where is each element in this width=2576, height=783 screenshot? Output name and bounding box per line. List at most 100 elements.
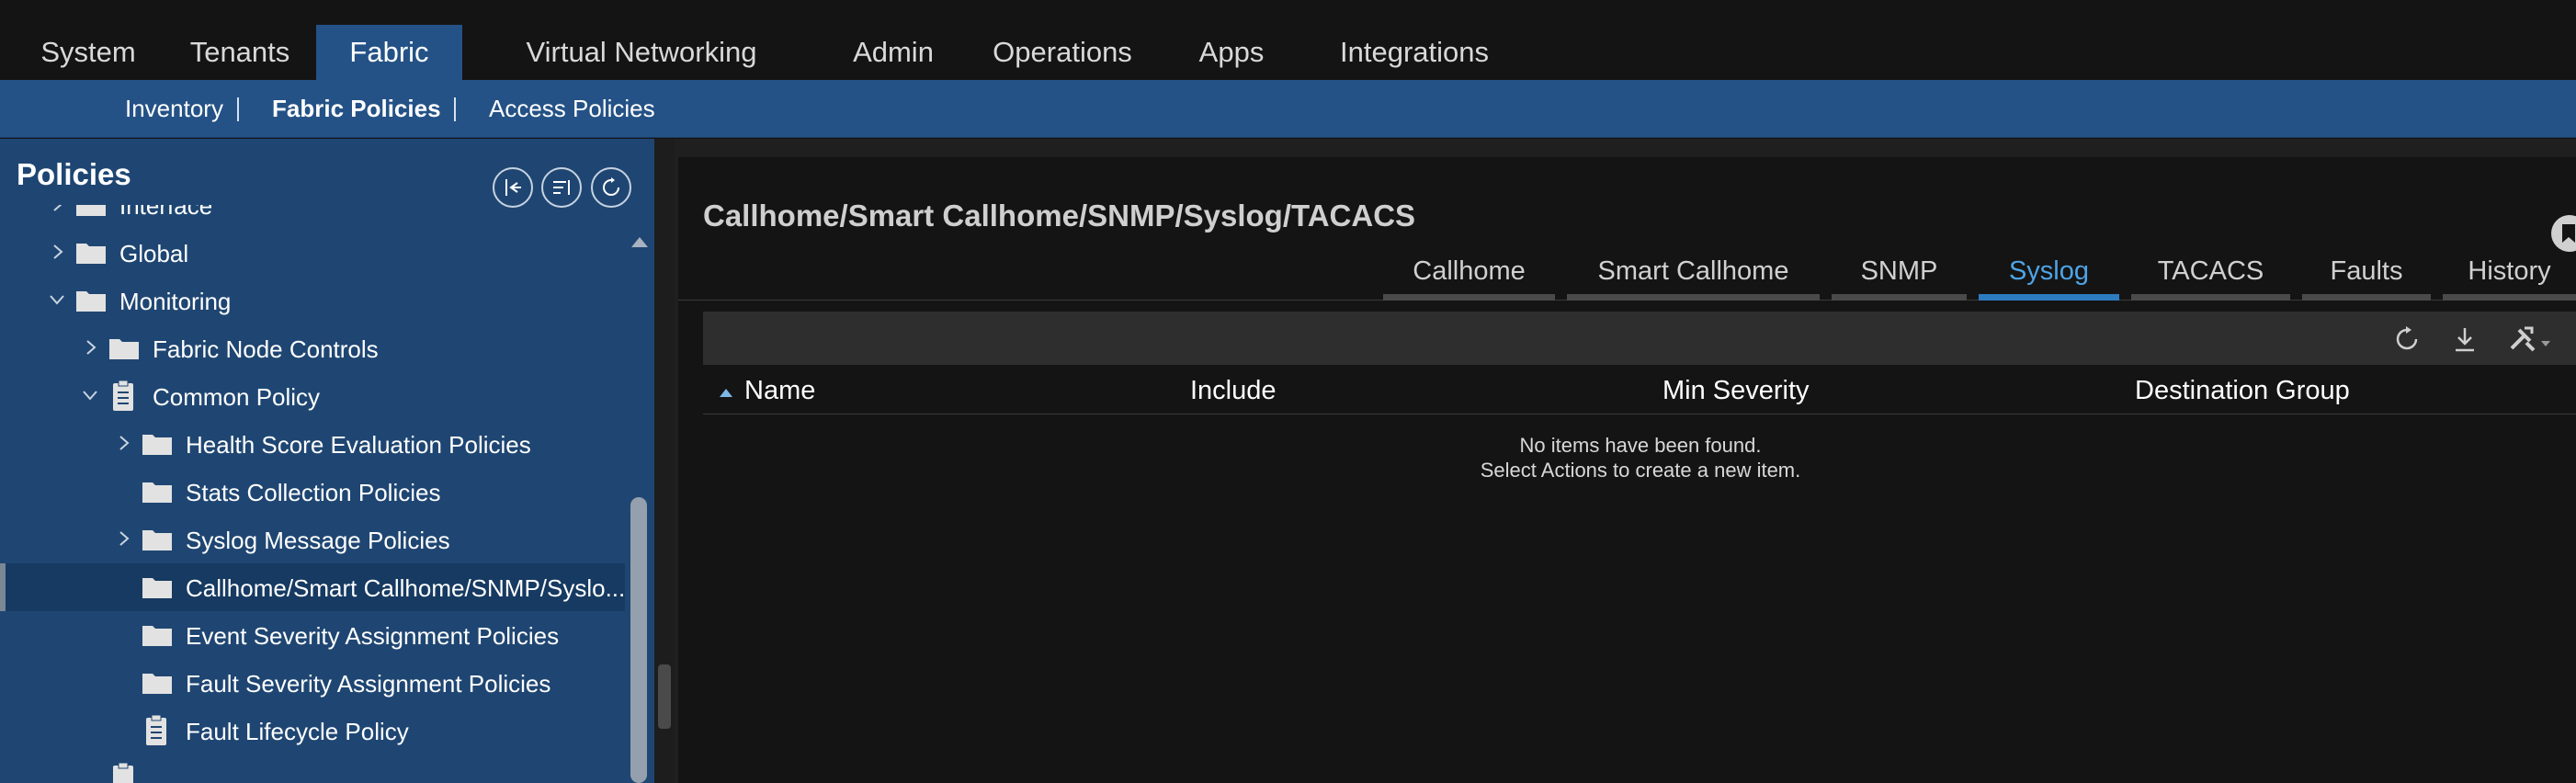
tab-underline — [2302, 294, 2431, 301]
top-tab-system[interactable]: System — [22, 25, 154, 80]
tree-item-label: Event Severity Assignment Policies — [186, 622, 560, 650]
folder-icon — [142, 435, 172, 455]
subnav-fabric-policies[interactable]: Fabric Policies — [272, 80, 441, 138]
policy-tabs: Callhome Smart Callhome SNMP Syslog TACA… — [678, 240, 2576, 301]
refresh-button[interactable] — [2390, 323, 2423, 356]
tab-smart-callhome[interactable]: Smart Callhome — [1567, 240, 1820, 301]
column-header-min-severity[interactable]: Min Severity — [1662, 376, 1810, 406]
refresh-icon — [2396, 326, 2418, 350]
download-button[interactable] — [2448, 323, 2481, 356]
sort-ascending-icon[interactable] — [719, 387, 733, 398]
subnav-divider — [454, 97, 456, 121]
chevron-right-icon[interactable] — [85, 338, 97, 357]
tree-item-monitoring[interactable]: Monitoring — [0, 277, 625, 324]
tree-item-syslog-message-policies[interactable]: Syslog Message Policies — [0, 516, 625, 563]
tree-item-interface[interactable]: Interface — [0, 205, 625, 229]
sub-navigation: Inventory Fabric Policies Access Policie… — [0, 80, 2576, 138]
tab-snmp[interactable]: SNMP — [1832, 240, 1967, 301]
tree-item-label: Health Score Evaluation Policies — [186, 431, 531, 459]
chevron-right-icon[interactable] — [51, 243, 64, 261]
filter-list-icon — [553, 180, 570, 195]
tree-item-label: Fault Severity Assignment Policies — [186, 670, 551, 698]
app-window: System Tenants Fabric Virtual Networking… — [0, 0, 2576, 783]
chevron-right-icon[interactable] — [118, 529, 131, 548]
empty-state-hint: Select Actions to create a new item. — [1480, 459, 1801, 482]
chevron-down-icon[interactable] — [81, 386, 99, 404]
chevron-right-icon[interactable] — [51, 205, 64, 213]
tab-faults[interactable]: Faults — [2302, 240, 2431, 301]
chevron-down-icon[interactable] — [48, 290, 66, 309]
tree-item-fabric-node-controls[interactable]: Fabric Node Controls — [0, 324, 625, 372]
tab-syslog[interactable]: Syslog — [1979, 240, 2119, 301]
folder-icon — [76, 291, 106, 312]
tree-item-stats-collection-policies[interactable]: Stats Collection Policies — [0, 468, 625, 516]
table-toolbar — [703, 312, 2576, 365]
folder-icon — [109, 339, 139, 359]
tab-underline — [1979, 294, 2119, 301]
column-header-include[interactable]: Include — [1190, 376, 1277, 406]
top-tab-operations[interactable]: Operations — [985, 25, 1140, 80]
main-panel: Callhome/Smart Callhome/SNMP/Syslog/TACA… — [675, 139, 2576, 783]
filter-tree-button[interactable] — [541, 167, 582, 208]
top-tab-tenants[interactable]: Tenants — [171, 25, 309, 80]
subnav-inventory[interactable]: Inventory — [125, 80, 223, 138]
splitter-handle[interactable] — [658, 664, 671, 729]
top-navigation: System Tenants Fabric Virtual Networking… — [0, 0, 2576, 80]
tree-item-global[interactable]: Global — [0, 229, 625, 277]
tab-label: TACACS — [2157, 256, 2264, 286]
tree-item-fault-severity-assignment-policies[interactable]: Fault Severity Assignment Policies — [0, 659, 625, 707]
table-header: Name Include Min Severity Destination Gr… — [703, 367, 2576, 414]
tree-item-label: Syslog Message Policies — [186, 527, 450, 554]
subnav-access-policies[interactable]: Access Policies — [489, 80, 655, 138]
folder-icon — [142, 482, 172, 503]
column-header-name[interactable]: Name — [744, 376, 815, 406]
policies-sidebar: Policies Interface Global Monitoring Fab… — [0, 139, 654, 783]
tab-underline — [2131, 294, 2290, 301]
tree-collapse-icon — [505, 179, 521, 196]
folder-icon — [142, 674, 172, 694]
tab-tacacs[interactable]: TACACS — [2131, 240, 2290, 301]
tree-item-callhome-snmp-syslog[interactable]: Callhome/Smart Callhome/SNMP/Syslo... — [0, 563, 625, 611]
top-tab-integrations[interactable]: Integrations — [1329, 25, 1500, 80]
tab-history[interactable]: History — [2443, 240, 2576, 301]
tab-label: Callhome — [1413, 256, 1526, 286]
tree-item-label: Fabric Node Controls — [153, 335, 379, 363]
tree-item-label: Stats Collection Policies — [186, 479, 441, 506]
chevron-right-icon[interactable] — [118, 434, 131, 452]
refresh-tree-button[interactable] — [591, 167, 631, 208]
panel-splitter[interactable] — [654, 139, 675, 783]
top-tab-admin[interactable]: Admin — [842, 25, 945, 80]
top-tab-apps[interactable]: Apps — [1191, 25, 1272, 80]
tree-item-label: Global — [119, 240, 189, 267]
sidebar-scrollbar-thumb[interactable] — [630, 497, 647, 783]
download-icon — [2456, 328, 2474, 352]
tree-item-fault-lifecycle-policy[interactable]: Fault Lifecycle Policy — [0, 707, 625, 755]
tab-label: History — [2468, 256, 2551, 286]
tree-item-label: Monitoring — [119, 288, 232, 315]
column-header-destination-group[interactable]: Destination Group — [2135, 376, 2350, 406]
actions-tools-button[interactable] — [2506, 323, 2556, 356]
tree-item-label: Interface — [119, 205, 213, 220]
document-icon — [113, 380, 133, 411]
folder-icon — [142, 530, 172, 550]
tab-label: Faults — [2330, 256, 2403, 286]
document-icon — [113, 763, 133, 783]
page-title: Callhome/Smart Callhome/SNMP/Syslog/TACA… — [703, 199, 1416, 233]
collapse-tree-button[interactable] — [493, 167, 533, 208]
tree-item-common-policy[interactable]: Common Policy — [0, 372, 625, 420]
top-tab-virtual-networking[interactable]: Virtual Networking — [505, 25, 777, 80]
scroll-up-arrow-icon[interactable] — [629, 233, 651, 251]
tab-label: SNMP — [1860, 256, 1938, 286]
tree-item-partial[interactable] — [0, 755, 625, 783]
tab-label: Smart Callhome — [1597, 256, 1789, 286]
tab-label: Syslog — [2008, 256, 2090, 286]
tab-callhome[interactable]: Callhome — [1383, 240, 1555, 301]
tree-item-label: Fault Lifecycle Policy — [186, 718, 409, 745]
tree-item-label: Common Policy — [153, 383, 321, 411]
top-tab-fabric[interactable]: Fabric — [316, 25, 462, 80]
tools-icon — [2510, 326, 2550, 352]
tree-item-event-severity-assignment-policies[interactable]: Event Severity Assignment Policies — [0, 611, 625, 659]
folder-icon — [76, 244, 106, 264]
tree-item-health-score-evaluation-policies[interactable]: Health Score Evaluation Policies — [0, 420, 625, 468]
tab-underline — [1832, 294, 1967, 301]
